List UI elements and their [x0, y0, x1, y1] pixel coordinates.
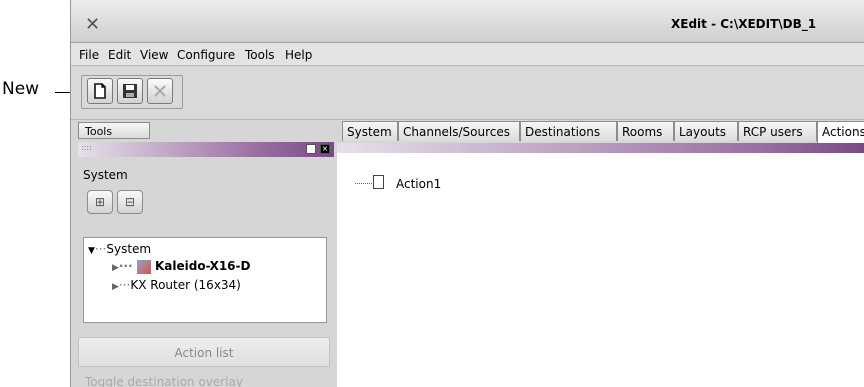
delete-button[interactable] — [147, 78, 173, 104]
tree-item-label: Kaleido-X16-D — [154, 259, 251, 273]
system-tree: ▼···System ▶··· Kaleido-X16-D ▶···KX Rou… — [83, 237, 327, 323]
toggle-destination-overlay[interactable]: Toggle destination overlay — [85, 375, 243, 387]
menu-help[interactable]: Help — [285, 48, 312, 62]
tree-root[interactable]: ▼···System — [88, 242, 151, 256]
tab-rcp-users[interactable]: RCP users — [738, 121, 817, 141]
xedit-window: ✕ XEdit - C:\XEDIT\DB_1 File Edit View C… — [70, 0, 864, 387]
action-list-button[interactable]: Action list — [78, 337, 330, 367]
document-icon — [373, 175, 384, 189]
menu-tools[interactable]: Tools — [245, 48, 275, 62]
plus-box-icon: ⊞ — [94, 195, 106, 209]
menu-bar: File Edit View Configure Tools Help — [71, 43, 864, 66]
collapsed-arrow-icon: ▶ — [112, 282, 119, 292]
xedit-logo-icon: ✕ — [85, 14, 101, 35]
tab-layouts[interactable]: Layouts — [674, 121, 738, 141]
tools-panel-header: :::: × — [78, 142, 334, 157]
tools-tab[interactable]: Tools — [78, 122, 150, 139]
tab-destinations[interactable]: Destinations — [520, 121, 617, 141]
panel-splitter[interactable] — [78, 327, 334, 333]
tree-root-label: System — [106, 242, 152, 256]
close-icon[interactable]: × — [320, 144, 330, 154]
tab-system[interactable]: System — [342, 121, 398, 141]
restore-icon[interactable] — [306, 144, 316, 154]
actions-content: Action1 — [337, 153, 864, 387]
new-document-icon — [94, 83, 106, 99]
tab-actions[interactable]: Actions — [817, 121, 864, 143]
tree-connector — [355, 183, 372, 184]
collapsed-arrow-icon: ▶ — [112, 263, 119, 273]
close-x-icon — [154, 85, 166, 97]
menu-configure[interactable]: Configure — [177, 48, 235, 62]
tab-rooms[interactable]: Rooms — [617, 121, 674, 141]
tree-item-kaleido[interactable]: ▶··· Kaleido-X16-D — [112, 259, 250, 274]
tab-bar: System Channels/Sources Destinations Roo… — [337, 121, 864, 143]
new-button[interactable] — [87, 78, 113, 104]
menu-view[interactable]: View — [140, 48, 168, 62]
grip-icon[interactable]: :::: — [81, 143, 92, 152]
tab-channels-sources[interactable]: Channels/Sources — [398, 121, 520, 141]
title-bar: ✕ XEdit - C:\XEDIT\DB_1 — [71, 0, 864, 43]
expanded-arrow-icon: ▼ — [88, 246, 95, 256]
menu-edit[interactable]: Edit — [108, 48, 131, 62]
kaleido-device-icon — [136, 259, 151, 274]
save-icon — [123, 84, 137, 98]
window-title: XEdit - C:\XEDIT\DB_1 — [671, 17, 817, 31]
minus-box-icon: ⊟ — [124, 195, 136, 209]
collapse-all-button[interactable]: ⊟ — [117, 190, 143, 214]
system-section-label: System — [83, 168, 128, 182]
menu-file[interactable]: File — [79, 48, 99, 62]
action-item[interactable]: Action1 — [396, 177, 441, 191]
tree-item-label: KX Router (16x34) — [130, 278, 241, 292]
tab-content-header — [337, 143, 864, 153]
tree-item-kx-router[interactable]: ▶···KX Router (16x34) — [112, 278, 241, 292]
save-button[interactable] — [117, 78, 143, 104]
new-callout-label: New — [2, 79, 40, 99]
expand-all-button[interactable]: ⊞ — [87, 190, 113, 214]
toolbar — [71, 67, 864, 120]
